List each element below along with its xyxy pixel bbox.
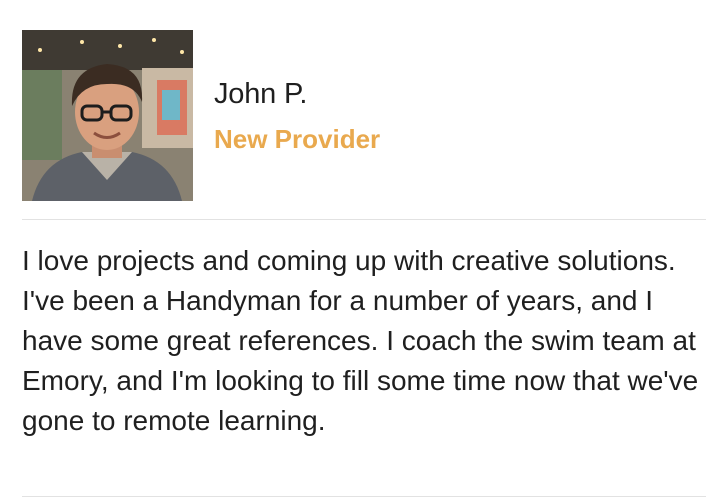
provider-card: John P. New Provider I love projects and…	[0, 0, 720, 500]
avatar-photo	[22, 30, 193, 201]
provider-header: John P. New Provider	[22, 30, 706, 202]
divider	[22, 496, 706, 497]
avatar[interactable]	[22, 30, 193, 201]
divider	[22, 219, 706, 220]
provider-status-badge: New Provider	[214, 124, 381, 154]
provider-bio: I love projects and coming up with creat…	[22, 245, 699, 436]
provider-name: John P.	[214, 78, 308, 110]
